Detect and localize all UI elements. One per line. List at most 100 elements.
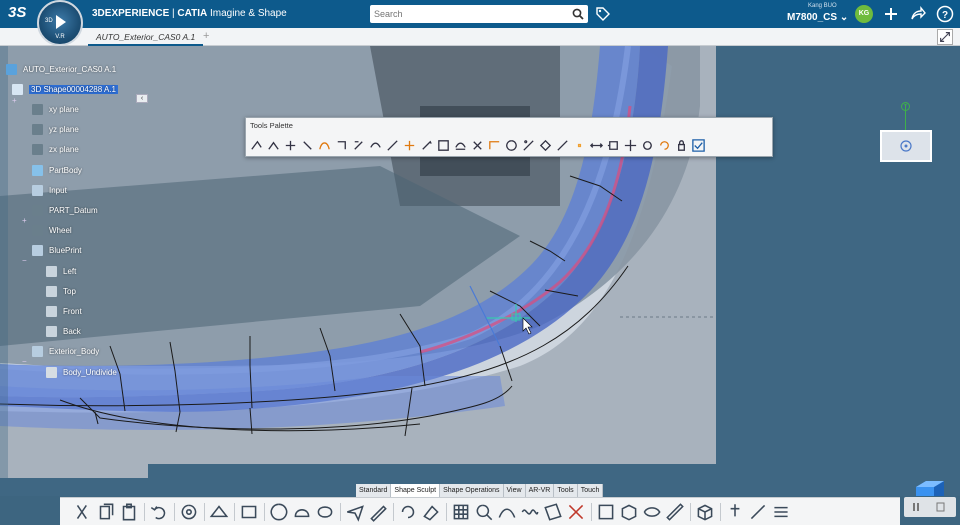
tree-item[interactable]: Top bbox=[46, 284, 76, 298]
view-cube-icon[interactable] bbox=[912, 478, 948, 496]
eraser-icon[interactable] bbox=[420, 501, 442, 523]
fly-icon[interactable] bbox=[208, 501, 230, 523]
extrude-icon[interactable] bbox=[351, 138, 366, 153]
pen-icon[interactable] bbox=[367, 501, 389, 523]
box-icon[interactable] bbox=[618, 501, 640, 523]
cube-icon[interactable] bbox=[694, 501, 716, 523]
airplane-icon[interactable] bbox=[344, 501, 366, 523]
tree-expander[interactable]: + bbox=[22, 217, 29, 225]
3ds-logo[interactable]: 3S bbox=[8, 4, 26, 21]
tag-icon[interactable] bbox=[595, 6, 611, 22]
3d-viewport[interactable]: + + − − AUTO_Exterior_CAS0 A.1 3D Shape00… bbox=[0, 46, 960, 496]
action-tab[interactable]: Tools bbox=[554, 484, 578, 497]
3d-scene[interactable] bbox=[0, 46, 960, 496]
sculpt-icon[interactable] bbox=[496, 501, 518, 523]
pin-icon[interactable] bbox=[724, 501, 746, 523]
weld-icon[interactable] bbox=[470, 138, 485, 153]
action-tab[interactable]: Shape Operations bbox=[440, 484, 504, 497]
pen-icon[interactable] bbox=[419, 138, 434, 153]
view-orientation-widget[interactable] bbox=[880, 130, 932, 162]
knot-icon[interactable] bbox=[314, 501, 336, 523]
tree-item[interactable]: Front bbox=[46, 304, 82, 318]
share-icon[interactable] bbox=[909, 5, 927, 23]
check-icon[interactable] bbox=[691, 138, 706, 153]
grid-icon[interactable] bbox=[450, 501, 472, 523]
brush-icon[interactable] bbox=[747, 501, 769, 523]
rectangle-icon[interactable] bbox=[238, 501, 260, 523]
wave-icon[interactable] bbox=[519, 501, 541, 523]
axis-icon[interactable] bbox=[623, 138, 638, 153]
tree-item[interactable]: xy plane bbox=[32, 102, 79, 116]
move-plus-icon[interactable] bbox=[266, 138, 281, 153]
settings-icon[interactable] bbox=[178, 501, 200, 523]
table-icon[interactable] bbox=[436, 138, 451, 153]
tree-item[interactable]: zx plane bbox=[32, 143, 79, 157]
tree-item[interactable]: Body_Undivide bbox=[46, 365, 117, 379]
paste-icon[interactable] bbox=[118, 501, 140, 523]
dimension-icon[interactable] bbox=[487, 138, 502, 153]
tree-item[interactable]: BluePrint bbox=[32, 244, 81, 258]
measure-icon[interactable] bbox=[664, 501, 686, 523]
line-icon[interactable] bbox=[555, 138, 570, 153]
search-box[interactable] bbox=[370, 5, 588, 23]
action-tab[interactable]: Standard bbox=[356, 484, 392, 497]
add-icon[interactable] bbox=[882, 5, 900, 23]
surface-icon[interactable] bbox=[542, 501, 564, 523]
dot-icon[interactable] bbox=[572, 138, 587, 153]
tree-item[interactable]: AUTO_Exterior_CAS0 A.1 bbox=[6, 62, 116, 76]
tree-item[interactable]: PartBody bbox=[32, 163, 82, 177]
tree-item[interactable]: 3D Shape00004288 A.1 bbox=[12, 82, 118, 96]
action-tab[interactable]: View bbox=[503, 484, 526, 497]
edge-icon[interactable] bbox=[385, 138, 400, 153]
add-tab-button[interactable]: + bbox=[203, 30, 209, 42]
mirror-icon[interactable] bbox=[521, 138, 536, 153]
tree-item[interactable]: Back bbox=[46, 325, 81, 339]
refresh-icon[interactable] bbox=[657, 138, 672, 153]
tree-item[interactable]: Left bbox=[46, 264, 76, 278]
tree-collapse-button[interactable]: ‹ bbox=[136, 94, 148, 103]
cancel-icon[interactable] bbox=[565, 501, 587, 523]
tenant-selector[interactable]: M7800_CS ⌄ bbox=[787, 12, 848, 23]
tangent-icon[interactable] bbox=[453, 138, 468, 153]
tree-item[interactable]: yz plane bbox=[32, 123, 79, 137]
shade-icon[interactable] bbox=[595, 501, 617, 523]
tree-item[interactable]: Wheel bbox=[32, 224, 72, 238]
diamond-icon[interactable] bbox=[538, 138, 553, 153]
sphere-icon[interactable] bbox=[268, 501, 290, 523]
compass-widget[interactable]: 3D V.R bbox=[37, 0, 83, 46]
cut-icon[interactable] bbox=[72, 501, 94, 523]
magnify-icon[interactable] bbox=[473, 501, 495, 523]
search-input[interactable] bbox=[374, 7, 564, 21]
undo-icon[interactable] bbox=[148, 501, 170, 523]
stack-icon[interactable] bbox=[770, 501, 792, 523]
copy-icon[interactable] bbox=[95, 501, 117, 523]
tree-item[interactable]: Input bbox=[32, 183, 67, 197]
move-icon[interactable] bbox=[249, 138, 264, 153]
tree-item[interactable]: Exterior_Body bbox=[32, 345, 99, 359]
tab-document[interactable]: AUTO_Exterior_CAS0 A.1 bbox=[88, 28, 204, 46]
view-icon[interactable] bbox=[641, 501, 663, 523]
action-bar-options[interactable] bbox=[904, 497, 956, 517]
rotate-icon[interactable] bbox=[397, 501, 419, 523]
action-tab[interactable]: Touch bbox=[577, 484, 604, 497]
curve-icon[interactable] bbox=[317, 138, 332, 153]
search-icon[interactable] bbox=[572, 8, 584, 20]
frame-icon[interactable] bbox=[606, 138, 621, 153]
avatar[interactable]: KG bbox=[855, 5, 873, 23]
action-tab[interactable]: AR-VR bbox=[525, 484, 555, 497]
tree-item[interactable]: PART_Datum bbox=[32, 203, 98, 217]
action-tab[interactable]: Shape Sculpt bbox=[391, 484, 441, 497]
tree-expander[interactable]: + bbox=[12, 97, 19, 105]
lock-icon[interactable] bbox=[674, 138, 689, 153]
help-icon[interactable]: ? bbox=[936, 5, 954, 23]
pick-icon[interactable] bbox=[283, 138, 298, 153]
sphere-icon[interactable] bbox=[504, 138, 519, 153]
snap-icon[interactable] bbox=[334, 138, 349, 153]
tree-expander[interactable]: − bbox=[22, 257, 29, 265]
shape-icon[interactable] bbox=[291, 501, 313, 523]
settings-icon[interactable] bbox=[640, 138, 655, 153]
sweep-icon[interactable] bbox=[368, 138, 383, 153]
attract-icon[interactable] bbox=[300, 138, 315, 153]
extrude-edge-icon[interactable] bbox=[402, 138, 417, 153]
fullscreen-icon[interactable] bbox=[937, 29, 953, 45]
